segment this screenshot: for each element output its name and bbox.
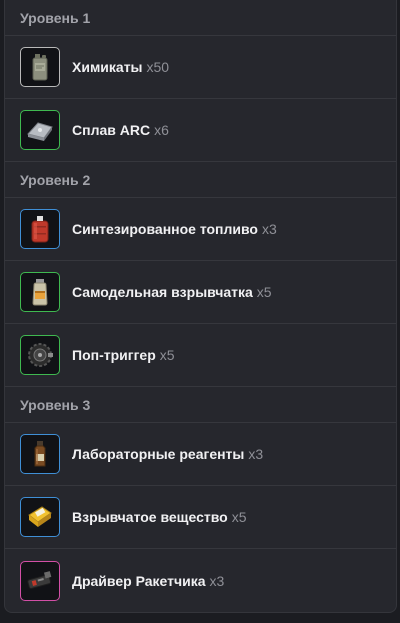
fuel-canister-icon [20,209,60,249]
explosive-compound-icon [20,497,60,537]
item-quantity: x5 [231,509,247,525]
item-name: Сплав ARC [72,122,151,138]
list-item-lab-reagents[interactable]: Лабораторные реагенты x3 [5,423,396,486]
item-quantity: x3 [209,572,225,589]
level-1-header: Уровень 1 [5,0,396,36]
crafting-requirements-panel: Уровень 1 Химикаты x50 Сплав ARC x6 Уров… [4,0,397,613]
item-quantity: x5 [159,347,175,363]
item-name: Синтезированное топливо [72,221,258,237]
list-item-synthesized-fuel[interactable]: Синтезированное топливо x3 [5,198,396,261]
item-name: Драйвер Ракетчика [72,572,206,589]
list-item-chemicals[interactable]: Химикаты x50 [5,36,396,99]
item-name: Самодельная взрывчатка [72,284,253,300]
reagent-bottle-icon [20,434,60,474]
item-quantity: x50 [146,59,170,75]
alloy-ingot-icon [20,110,60,150]
explosive-jar-icon [20,272,60,312]
list-item-explosive-compound[interactable]: Взрывчатое вещество x5 [5,486,396,549]
list-item-rocketeer-driver[interactable]: Драйвер Ракетчика x3 [5,549,396,612]
item-name: Лабораторные реагенты [72,446,245,462]
item-name: Химикаты [72,59,143,75]
item-quantity: x3 [248,446,264,462]
item-quantity: x5 [256,284,272,300]
trigger-mechanism-icon [20,335,60,375]
item-name: Поп-триггер [72,347,156,363]
item-quantity: x3 [262,221,277,237]
item-quantity: x6 [154,122,169,138]
item-name: Взрывчатое вещество [72,509,228,525]
list-item-arc-alloy[interactable]: Сплав ARC x6 [5,99,396,162]
list-item-homemade-explosive[interactable]: Самодельная взрывчатка x5 [5,261,396,324]
rocket-driver-icon [20,560,60,601]
chemical-canister-icon [20,47,60,87]
list-item-pop-trigger[interactable]: Поп-триггер x5 [5,324,396,387]
level-2-header: Уровень 2 [5,162,396,198]
level-3-header: Уровень 3 [5,387,396,423]
